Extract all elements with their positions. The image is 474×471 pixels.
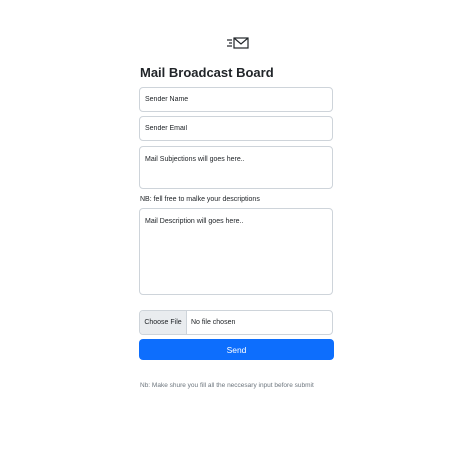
sender-email-input[interactable] xyxy=(139,116,333,141)
mail-subject-textarea[interactable] xyxy=(139,146,333,189)
file-input[interactable]: Choose File No file chosen xyxy=(139,310,333,335)
footer-note: Nb: Make shure you fill all the neccesar… xyxy=(140,382,314,389)
page-title: Mail Broadcast Board xyxy=(140,65,274,80)
choose-file-button[interactable]: Choose File xyxy=(140,311,187,334)
send-button[interactable]: Send xyxy=(139,339,334,360)
sender-name-input[interactable] xyxy=(139,87,333,112)
mail-description-textarea[interactable] xyxy=(139,208,333,295)
mail-broadcast-page: Mail Broadcast Board NB: fell free to ma… xyxy=(0,0,474,471)
mail-send-icon xyxy=(227,37,249,49)
file-status-text: No file chosen xyxy=(191,319,236,326)
description-note: NB: fell free to malke your descriptions xyxy=(140,196,260,203)
